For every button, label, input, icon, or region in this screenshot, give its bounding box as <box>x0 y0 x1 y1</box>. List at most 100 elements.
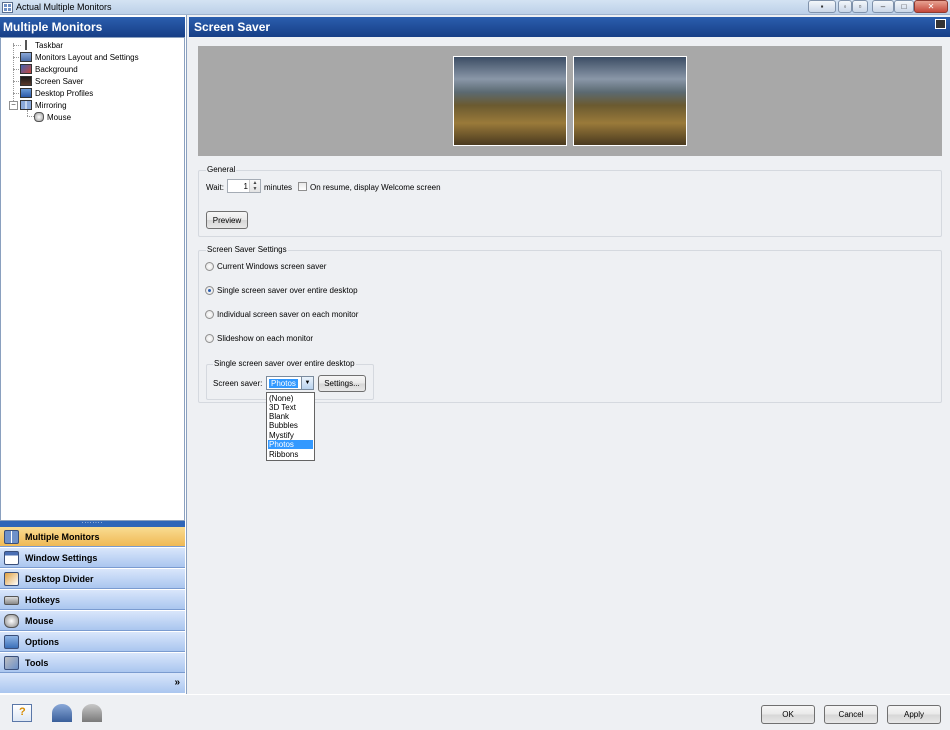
dropdown-option-3d-text[interactable]: 3D Text <box>268 403 313 412</box>
screen-saver-dropdown-list: (None) 3D Text Blank Bubbles Mystify Pho… <box>266 392 315 461</box>
screen-saver-select[interactable]: Photos ▼ <box>266 376 314 390</box>
nav-label: Desktop Divider <box>25 574 94 584</box>
help-icon[interactable]: ? <box>12 704 32 722</box>
title-bar: Actual Multiple Monitors ▪ ◦ ▫ – □ ✕ <box>0 0 950 15</box>
tree-item-label: Desktop Profiles <box>35 89 94 98</box>
subgroup-title: Single screen saver over entire desktop <box>213 359 356 368</box>
tree-item-label: Mirroring <box>35 101 67 110</box>
undo-icon[interactable] <box>52 704 72 722</box>
pin-button[interactable]: ▪ <box>808 0 836 13</box>
tree-item-label: Mouse <box>47 113 72 122</box>
window-title: Actual Multiple Monitors <box>16 2 112 12</box>
dropdown-option-none[interactable]: (None) <box>268 394 313 403</box>
selected-saver: Photos <box>269 379 298 388</box>
radio-current-windows-saver[interactable] <box>205 262 214 271</box>
mirroring-icon <box>20 100 32 110</box>
nav-options[interactable]: Options <box>0 632 185 652</box>
tree-item-background[interactable]: Background <box>20 64 78 75</box>
wait-minutes-stepper[interactable]: 1 ▲ ▼ <box>227 179 261 193</box>
screen-saver-label: Screen saver: <box>213 379 263 388</box>
wait-value: 1 <box>243 182 248 191</box>
nav-label: Multiple Monitors <box>25 532 100 542</box>
stepper-arrows-icon[interactable]: ▲ ▼ <box>249 180 260 192</box>
tree-item-screen-saver[interactable]: Screen Saver <box>20 76 83 87</box>
multiple-monitors-icon <box>4 530 19 544</box>
mouse-icon <box>4 614 19 628</box>
radio-single-saver[interactable] <box>205 286 214 295</box>
tools-icon <box>4 656 19 670</box>
tree-item-label: Taskbar <box>35 41 64 50</box>
resume-welcome-checkbox[interactable] <box>298 182 307 191</box>
monitors-layout-icon <box>20 52 32 62</box>
tree-item-label: Monitors Layout and Settings <box>35 53 139 62</box>
nav-label: Mouse <box>25 616 54 626</box>
apply-button[interactable]: Apply <box>887 705 941 724</box>
minimize-button[interactable]: – <box>872 0 894 13</box>
window-settings-icon <box>4 551 19 565</box>
taskbar-icon <box>20 40 32 50</box>
tree-item-label: Screen Saver <box>35 77 84 86</box>
chevron-down-icon[interactable]: ▼ <box>301 377 313 389</box>
nav-mouse[interactable]: Mouse <box>0 611 185 631</box>
nav-desktop-divider[interactable]: Desktop Divider <box>0 569 185 589</box>
keyboard-icon <box>4 596 19 605</box>
expand-glyph: » <box>174 677 180 688</box>
restore-icon[interactable]: ▫ <box>852 0 868 13</box>
dropdown-option-ribbons[interactable]: Ribbons <box>268 450 313 459</box>
app-icon <box>2 2 13 13</box>
tree-item-desktop-profiles[interactable]: Desktop Profiles <box>20 88 93 99</box>
maximize-button[interactable]: □ <box>894 0 914 13</box>
general-group <box>198 170 942 237</box>
dropdown-option-mystify[interactable]: Mystify <box>268 431 313 440</box>
nav-label: Window Settings <box>25 553 98 563</box>
saver-settings-button[interactable]: Settings... <box>318 375 366 392</box>
tree-item-label: Background <box>35 65 78 74</box>
tree-item-mirroring[interactable]: Mirroring <box>20 100 67 111</box>
tree-item-monitors-layout[interactable]: Monitors Layout and Settings <box>20 52 139 63</box>
monitor-2-preview-image <box>573 56 687 146</box>
nav-expand-chevron-icon[interactable]: » <box>0 673 185 693</box>
close-button[interactable]: ✕ <box>914 0 948 13</box>
monitor-1-preview-image <box>453 56 567 146</box>
dropdown-option-bubbles[interactable]: Bubbles <box>268 421 313 430</box>
sidebar-header: Multiple Monitors <box>0 17 185 37</box>
cancel-button[interactable]: Cancel <box>824 705 878 724</box>
desktop-profiles-icon <box>20 88 32 98</box>
general-group-title: General <box>206 165 237 174</box>
resume-welcome-label: On resume, display Welcome screen <box>310 183 441 192</box>
radio-individual-saver[interactable] <box>205 310 214 319</box>
nav-hotkeys[interactable]: Hotkeys <box>0 590 185 610</box>
ok-button[interactable]: OK <box>761 705 815 724</box>
dropdown-option-photos[interactable]: Photos <box>268 440 313 449</box>
splitter-grip: ........ <box>81 519 104 525</box>
settings-group-title: Screen Saver Settings <box>206 245 288 254</box>
radio-label: Current Windows screen saver <box>217 262 327 271</box>
monitors-preview <box>198 46 942 156</box>
nav-label: Tools <box>25 658 49 668</box>
nav-label: Hotkeys <box>25 595 61 605</box>
nav-label: Options <box>25 637 59 647</box>
wait-label: Wait: <box>206 183 224 192</box>
radio-slideshow[interactable] <box>205 334 214 343</box>
nav-window-settings[interactable]: Window Settings <box>0 548 185 568</box>
nav-tools[interactable]: Tools <box>0 653 185 673</box>
screen-saver-icon <box>20 76 32 86</box>
nav-multiple-monitors[interactable]: Multiple Monitors <box>0 527 185 547</box>
mirroring-collapse-toggle[interactable]: − <box>9 101 18 110</box>
options-icon <box>4 635 19 649</box>
preview-button[interactable]: Preview <box>206 211 248 229</box>
tree-item-mouse[interactable]: Mouse <box>34 112 71 123</box>
background-icon <box>20 64 32 74</box>
settings-icon[interactable]: ◦ <box>838 0 852 13</box>
tree-item-taskbar[interactable]: Taskbar <box>20 40 63 51</box>
screen-saver-header-icon <box>935 19 946 29</box>
mouse-icon <box>34 112 44 122</box>
redo-icon[interactable] <box>82 704 102 722</box>
radio-label: Slideshow on each monitor <box>217 334 314 343</box>
page-title: Screen Saver <box>189 17 950 37</box>
radio-label: Single screen saver over entire desktop <box>217 286 358 295</box>
minutes-label: minutes <box>264 183 293 192</box>
radio-label: Individual screen saver on each monitor <box>217 310 359 319</box>
desktop-divider-icon <box>4 572 19 586</box>
dropdown-option-blank[interactable]: Blank <box>268 412 313 421</box>
